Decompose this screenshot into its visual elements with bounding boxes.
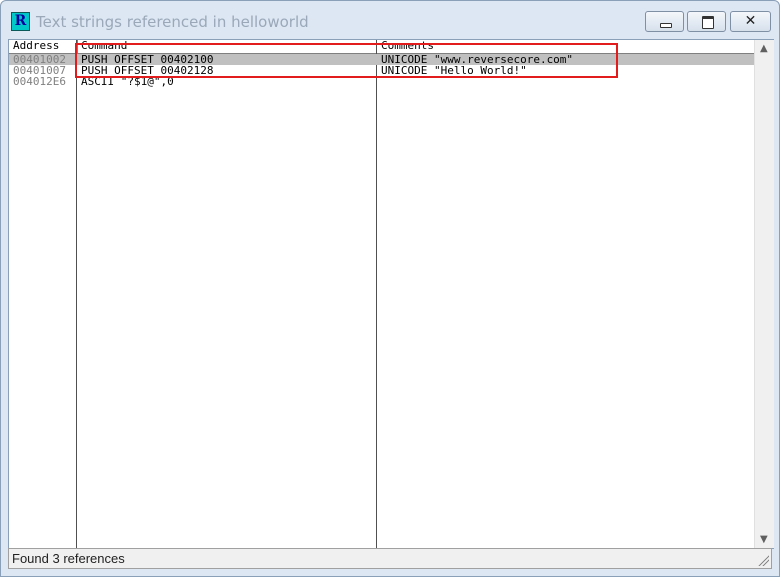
- close-button[interactable]: ✕: [730, 11, 771, 32]
- status-bar: Found 3 references: [8, 548, 772, 569]
- header-address[interactable]: Address: [13, 40, 73, 53]
- row-address: 00401002: [13, 54, 66, 65]
- maximize-icon: [702, 16, 714, 29]
- app-icon: R: [11, 12, 30, 31]
- maximize-button[interactable]: [687, 11, 726, 32]
- minimize-button[interactable]: [645, 11, 684, 32]
- column-divider: [376, 40, 377, 548]
- references-window: R Text strings referenced in helloworld …: [0, 0, 780, 577]
- close-icon: ✕: [744, 13, 757, 29]
- resize-grip-icon[interactable]: [757, 554, 769, 566]
- scroll-down-icon[interactable]: ▼: [760, 534, 768, 545]
- row-address: 00401007: [13, 65, 66, 76]
- minimize-icon: [660, 23, 672, 28]
- column-divider: [76, 40, 77, 548]
- title-bar[interactable]: R Text strings referenced in helloworld …: [1, 1, 779, 41]
- row-address: 004012E6: [13, 76, 66, 87]
- window-title: Text strings referenced in helloworld: [36, 13, 309, 31]
- vertical-scrollbar[interactable]: ▲ ▼: [754, 40, 774, 548]
- annotation-highlight-box: [75, 43, 618, 78]
- status-text: Found 3 references: [12, 551, 125, 566]
- scroll-up-icon[interactable]: ▲: [760, 43, 768, 54]
- references-list[interactable]: Address Command Comments 00401002 PUSH O…: [8, 39, 774, 549]
